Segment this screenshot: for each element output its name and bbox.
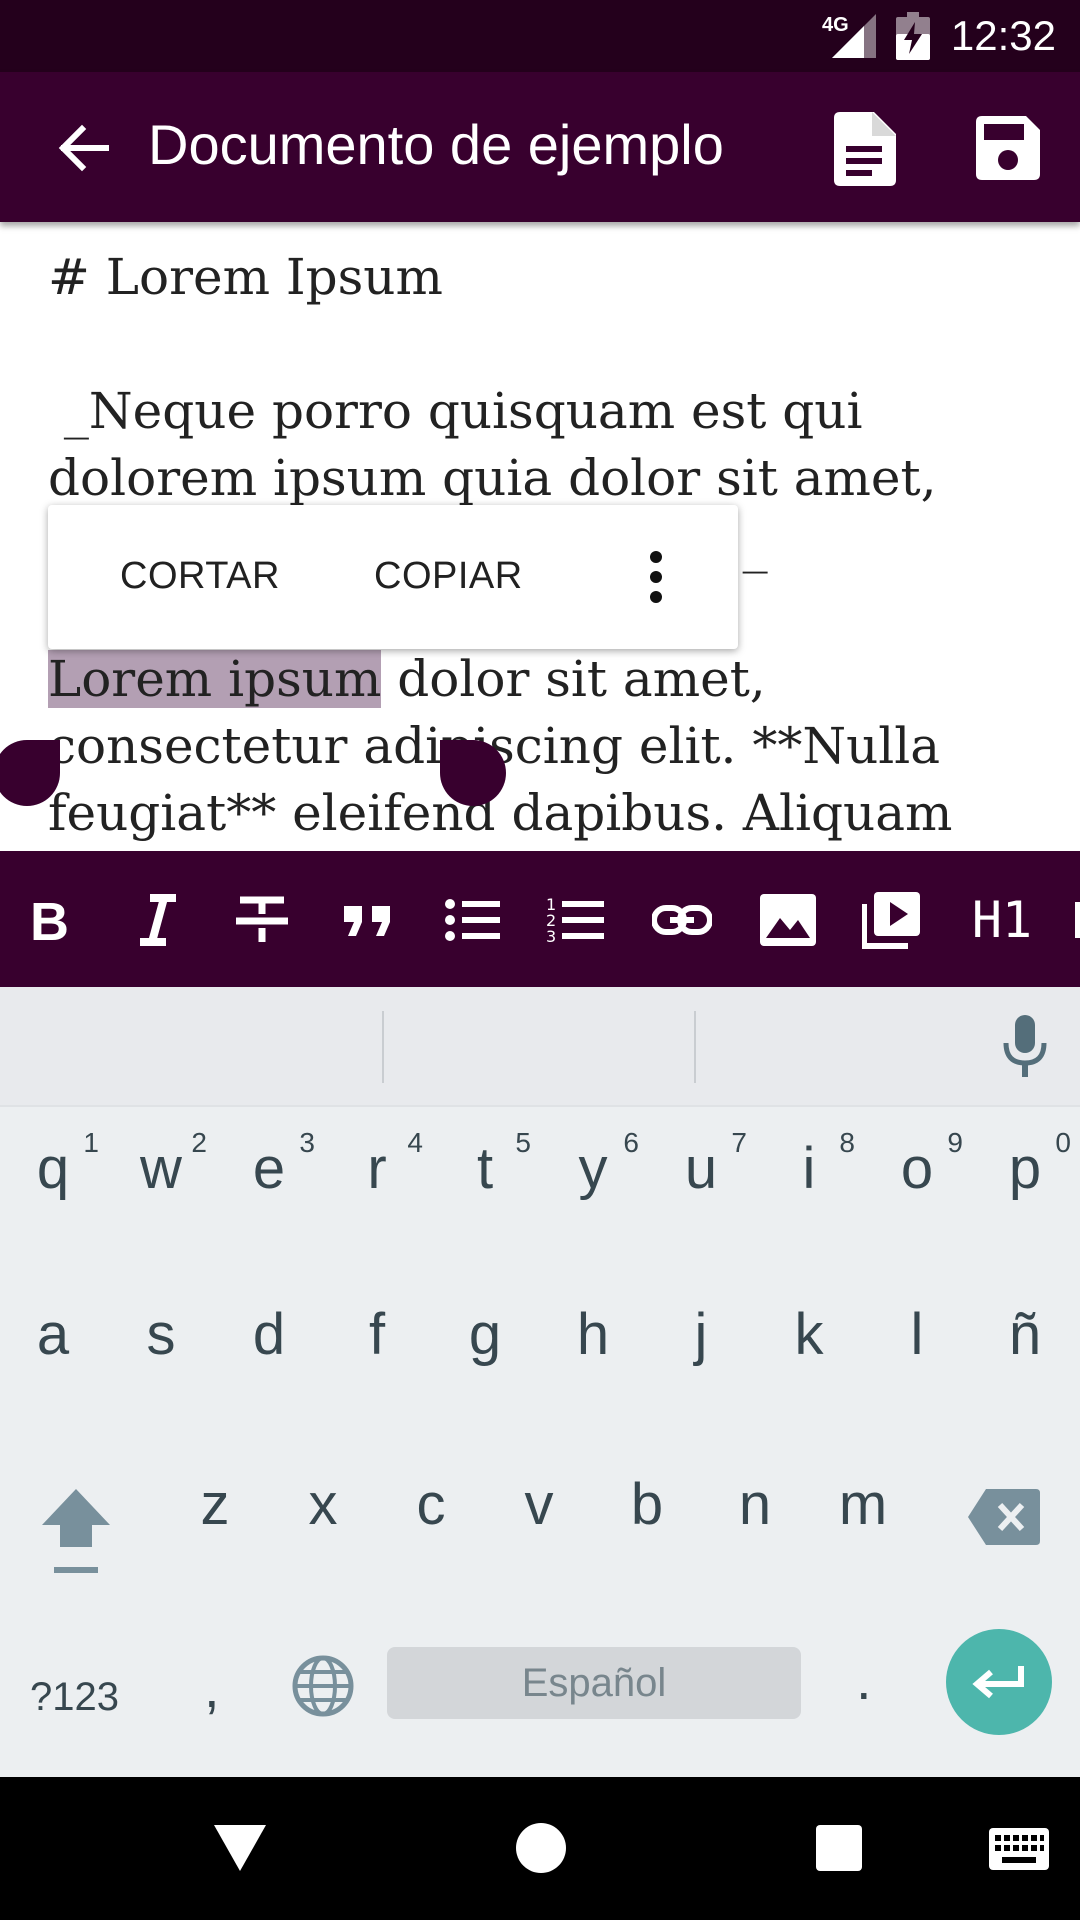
italic-icon[interactable] — [128, 885, 188, 955]
key-w[interactable]: w2 — [111, 1109, 211, 1229]
svg-text:3: 3 — [546, 927, 556, 946]
battery-icon — [896, 12, 930, 60]
key-y[interactable]: y6 — [543, 1109, 643, 1229]
suggestion-divider — [694, 1011, 696, 1083]
copy-button[interactable]: COPIAR — [374, 555, 523, 598]
enter-icon — [972, 1666, 1024, 1699]
key-h[interactable]: h — [543, 1275, 643, 1395]
space-bar[interactable]: Español — [387, 1647, 801, 1719]
app-bar: Documento de ejemplo — [0, 72, 1080, 222]
heading-2-partial-icon[interactable] — [1070, 885, 1080, 955]
body-paragraph: Lorem ipsum dolor sit amet, consectetur … — [48, 646, 1048, 847]
key-c[interactable]: c — [381, 1445, 481, 1565]
key-b[interactable]: b — [597, 1445, 697, 1565]
selection-handle-end[interactable] — [440, 740, 506, 806]
key-q[interactable]: q1 — [3, 1109, 103, 1229]
symbols-key[interactable]: ?123 — [30, 1675, 119, 1720]
numbered-list-icon[interactable]: 123 — [546, 885, 606, 955]
key-f[interactable]: f — [327, 1275, 427, 1395]
quote-icon[interactable] — [338, 885, 398, 955]
svg-text:B: B — [30, 892, 69, 950]
microphone-icon[interactable] — [1000, 1015, 1050, 1079]
signal-icon — [832, 14, 876, 58]
nav-back-icon[interactable] — [212, 1823, 268, 1873]
back-arrow-icon[interactable] — [54, 118, 114, 178]
key-s[interactable]: s — [111, 1275, 211, 1395]
key-r[interactable]: r4 — [327, 1109, 427, 1229]
keyboard-switch-icon[interactable] — [988, 1827, 1050, 1871]
text-selection-menu: CORTAR COPIAR — [48, 505, 738, 649]
key-g[interactable]: g — [435, 1275, 535, 1395]
period-key[interactable]: . — [856, 1647, 872, 1712]
document-icon[interactable] — [832, 112, 896, 186]
globe-icon[interactable] — [290, 1653, 356, 1719]
navigation-bar — [0, 1777, 1080, 1920]
key-v[interactable]: v — [489, 1445, 589, 1565]
nav-home-icon[interactable] — [516, 1823, 566, 1873]
suggestion-strip — [0, 987, 1080, 1107]
status-bar: 4G 12:32 — [0, 0, 1080, 72]
key-l[interactable]: l — [867, 1275, 967, 1395]
soft-keyboard: q1 w2 e3 r4 t5 y6 u7 i8 o9 p0 a s d f g … — [0, 987, 1080, 1777]
link-icon[interactable] — [652, 885, 712, 955]
key-j[interactable]: j — [651, 1275, 751, 1395]
comma-key[interactable]: , — [204, 1655, 220, 1720]
key-i[interactable]: i8 — [759, 1109, 859, 1229]
format-toolbar: B 123 H1 — [0, 851, 1080, 987]
suggestion-divider — [382, 1011, 384, 1083]
key-z[interactable]: z — [165, 1445, 265, 1565]
key-m[interactable]: m — [813, 1445, 913, 1565]
key-u[interactable]: u7 — [651, 1109, 751, 1229]
key-o[interactable]: o9 — [867, 1109, 967, 1229]
key-t[interactable]: t5 — [435, 1109, 535, 1229]
shift-icon[interactable] — [36, 1485, 116, 1581]
bold-icon[interactable]: B — [22, 885, 82, 955]
save-icon[interactable] — [976, 116, 1040, 180]
key-x[interactable]: x — [273, 1445, 373, 1565]
clock: 12:32 — [950, 12, 1056, 59]
cut-button[interactable]: CORTAR — [120, 555, 280, 598]
key-d[interactable]: d — [219, 1275, 319, 1395]
key-e[interactable]: e3 — [219, 1109, 319, 1229]
bullet-list-icon[interactable] — [442, 885, 502, 955]
page-title: Documento de ejemplo — [148, 113, 724, 176]
key-n[interactable]: n — [705, 1445, 805, 1565]
strikethrough-icon[interactable] — [232, 885, 292, 955]
key-a[interactable]: a — [3, 1275, 103, 1395]
key-n-tilde[interactable]: ñ — [975, 1275, 1075, 1395]
backspace-icon[interactable] — [966, 1487, 1042, 1547]
heading-line: # Lorem Ipsum — [48, 248, 443, 306]
key-k[interactable]: k — [759, 1275, 859, 1395]
key-p[interactable]: p0 — [975, 1109, 1075, 1229]
selected-text: Lorem ipsum — [48, 650, 382, 708]
more-options-icon[interactable] — [644, 551, 668, 605]
enter-key[interactable] — [946, 1629, 1052, 1735]
video-icon[interactable] — [862, 885, 922, 955]
nav-recents-icon[interactable] — [816, 1825, 862, 1871]
image-icon[interactable] — [758, 885, 818, 955]
heading-1-button[interactable]: H1 — [962, 885, 1042, 955]
